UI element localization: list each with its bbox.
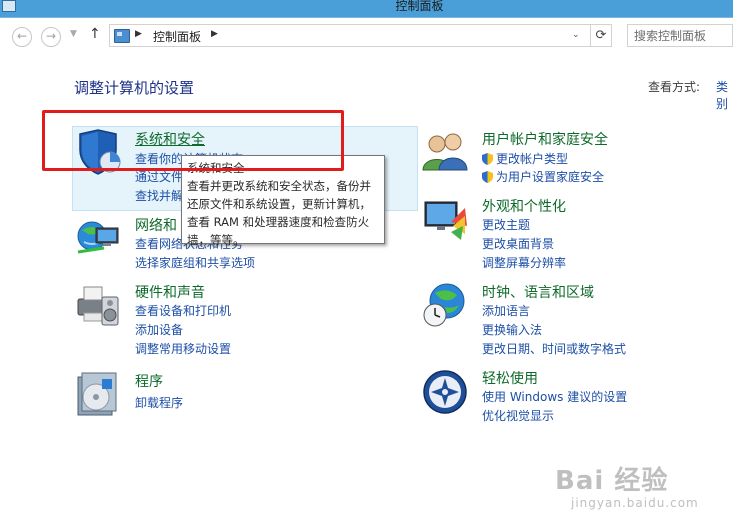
watermark-url: jingyan.baidu.com: [571, 496, 699, 510]
refresh-button[interactable]: ⟳: [590, 25, 611, 46]
baidu-jingyan-watermark: Bai 经验 jingyan.baidu.com: [555, 460, 725, 520]
page-heading: 调整计算机的设置: [74, 79, 195, 97]
link-change-account-type-label[interactable]: 更改帐户类型: [496, 152, 568, 166]
printer-speaker-icon: [77, 286, 119, 326]
globe-clock-icon: [423, 283, 465, 327]
watermark-logo: Bai 经验: [555, 466, 669, 496]
view-by-dropdown[interactable]: 类别: [716, 78, 733, 112]
link-family-safety-label[interactable]: 为用户设置家庭安全: [496, 170, 604, 184]
navigation-bar: ← → ▼ ↑ ▶ 控制面板 ▶ ⌄ ⟳: [0, 18, 733, 56]
category-title-ease-of-access[interactable]: 轻松使用: [482, 368, 538, 388]
back-button[interactable]: ←: [12, 27, 32, 47]
users-icon: [422, 133, 468, 171]
recent-locations-icon[interactable]: ▼: [70, 29, 77, 39]
link-screen-resolution[interactable]: 调整屏幕分辨率: [482, 254, 566, 271]
link-change-input-method[interactable]: 更换输入法: [482, 321, 542, 338]
control-panel-icon: [114, 29, 130, 43]
link-uninstall-program[interactable]: 卸载程序: [135, 394, 183, 411]
link-desktop-background[interactable]: 更改桌面背景: [482, 235, 554, 252]
link-add-language[interactable]: 添加语言: [482, 302, 530, 319]
search-input[interactable]: [628, 25, 733, 46]
monitor-palette-icon: [424, 201, 467, 240]
link-family-safety[interactable]: 为用户设置家庭安全: [482, 168, 604, 185]
link-change-theme[interactable]: 更改主题: [482, 216, 530, 233]
search-box[interactable]: [627, 24, 733, 47]
link-homegroup-sharing[interactable]: 选择家庭组和共享选项: [135, 254, 255, 271]
category-title-clock-language[interactable]: 时钟、语言和区域: [482, 282, 594, 302]
breadcrumb-chevron-icon[interactable]: ▶: [135, 29, 142, 39]
category-title-user-accounts[interactable]: 用户帐户和家庭安全: [482, 129, 608, 149]
category-title-appearance[interactable]: 外观和个性化: [482, 196, 566, 216]
programs-disc-icon: [77, 372, 117, 416]
category-title-hardware-sound[interactable]: 硬件和声音: [135, 282, 205, 302]
link-mobility-settings[interactable]: 调整常用移动设置: [135, 340, 231, 357]
address-bar[interactable]: ▶ 控制面板 ▶ ⌄: [109, 24, 612, 47]
link-recommended-settings[interactable]: 使用 Windows 建议的设置: [482, 388, 627, 405]
link-add-device[interactable]: 添加设备: [135, 321, 183, 338]
annotation-highlight-rect: [42, 110, 344, 171]
category-title-programs[interactable]: 程序: [135, 371, 163, 391]
link-devices-printers[interactable]: 查看设备和打印机: [135, 302, 231, 319]
window-title: 控制面板: [395, 0, 444, 13]
tooltip-description: 查看并更改系统和安全状态，备份并还原文件和系统设置，更新计算机，查看 RAM 和…: [187, 179, 371, 247]
ease-of-access-icon: [423, 370, 467, 414]
up-button[interactable]: ↑: [89, 26, 101, 42]
link-optimize-display[interactable]: 优化视觉显示: [482, 407, 554, 424]
breadcrumb-control-panel[interactable]: 控制面板: [153, 28, 201, 45]
link-date-time-format[interactable]: 更改日期、时间或数字格式: [482, 340, 626, 357]
view-by-label: 查看方式:: [648, 80, 701, 94]
forward-button[interactable]: →: [41, 27, 61, 47]
link-change-account-type[interactable]: 更改帐户类型: [482, 150, 568, 167]
network-globe-icon: [77, 221, 119, 254]
title-bar: 控制面板: [0, 0, 733, 18]
uac-shield-icon: [482, 171, 493, 183]
address-dropdown-icon[interactable]: ⌄: [572, 30, 580, 40]
uac-shield-icon: [482, 153, 493, 165]
breadcrumb-chevron-icon[interactable]: ▶: [211, 29, 218, 39]
